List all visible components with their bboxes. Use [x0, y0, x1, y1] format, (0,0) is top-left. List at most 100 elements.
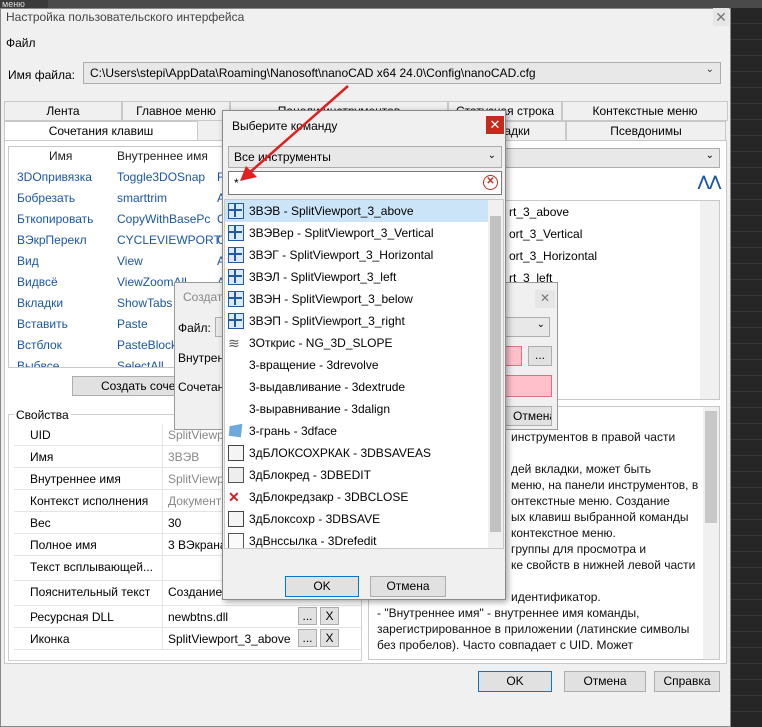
command-item[interactable]: 3дБлокред - 3DBEDIT: [225, 464, 489, 486]
property-name: Вес: [30, 516, 51, 530]
shortcut-internal: Paste: [117, 317, 148, 331]
viewport-icon: [228, 313, 244, 329]
command-item[interactable]: 3ВЭГ - SplitViewport_3_Horizontal: [225, 244, 489, 266]
shortcut-internal: PasteBlock: [117, 338, 178, 352]
command-item[interactable]: ≋ 3Открис - NG_3D_SLOPE: [225, 332, 489, 354]
command-item[interactable]: 3дБлоксохр - 3DBSAVE: [225, 508, 489, 530]
property-name: Имя: [30, 450, 54, 464]
property-row[interactable]: Ресурсная DLL newbtns.dll... X: [14, 606, 361, 628]
description-line: без пробелов). Часто совпадает с UID. Мо…: [377, 638, 634, 652]
shortcut-name: Выбвсе: [17, 359, 60, 368]
shortcut-row[interactable]: БткопироватьCopyWithBasePcC: [9, 209, 229, 230]
viewport-icon: [228, 203, 244, 219]
command-ok-button[interactable]: OK: [285, 576, 359, 597]
file-path-combo[interactable]: C:\Users\stepi\AppData\Roaming\Nanosoft\…: [83, 62, 721, 84]
toolbar-filter-combo[interactable]: ⌄: [494, 148, 720, 168]
command-label: 3дБЛОКСОХРКАК - 3DBSAVEAS: [249, 446, 431, 460]
clear-button[interactable]: X: [320, 629, 339, 647]
scroll-thumb[interactable]: [490, 216, 501, 532]
command-item[interactable]: 3ВЭВер - SplitViewport_3_Vertical: [225, 222, 489, 244]
close-icon[interactable]: ✕: [713, 8, 729, 26]
tab-row2-1[interactable]: Сочетания клавиш: [4, 121, 198, 141]
tab-2[interactable]: Главное меню: [122, 101, 230, 121]
slope-icon: ≋: [228, 335, 240, 351]
file-path-value: C:\Users\stepi\AppData\Roaming\Nanosoft\…: [90, 66, 536, 80]
property-separator: [162, 512, 163, 534]
command-item[interactable]: 3дВнссылка - 3Drefedit: [225, 530, 489, 548]
close-icon[interactable]: ✕: [486, 116, 504, 134]
tool-item[interactable]: ort_3_Vertical: [509, 227, 582, 241]
ok-button[interactable]: OK: [478, 671, 552, 692]
command-label: 3ВЭГ - SplitViewport_3_Horizontal: [249, 248, 434, 262]
column-header-name[interactable]: Имя: [49, 149, 72, 163]
help-button[interactable]: Справка: [654, 671, 720, 692]
close-x-icon: ✕: [228, 489, 240, 505]
browse-button[interactable]: ...: [298, 607, 317, 625]
tools-list-scrollbar[interactable]: [700, 201, 719, 399]
command-list[interactable]: 3ВЭВ - SplitViewport_3_above 3ВЭВер - Spl…: [224, 199, 504, 549]
command-label: 3дБлокредзакр - 3DBCLOSE: [249, 490, 409, 504]
shortcut-internal: CYCLEVIEWPORT: [117, 233, 221, 247]
tool-item[interactable]: ort_3_Horizontal: [509, 249, 597, 263]
property-separator: [162, 468, 163, 490]
menu-file[interactable]: Файл: [6, 36, 36, 50]
browse-button[interactable]: ...: [298, 629, 317, 647]
tab-row2-3[interactable]: Псевдонимы: [566, 121, 726, 141]
shortcut-internal: SelectAll: [117, 359, 164, 368]
shortcut-row[interactable]: ВЭкрПереклCYCLEVIEWPORTC: [9, 230, 229, 251]
property-separator: [162, 424, 163, 446]
command-label: 3ВЭЛ - SplitViewport_3_left: [249, 270, 397, 284]
property-row[interactable]: Иконка SplitViewport_3_above... X: [14, 628, 361, 650]
dialog-title: Настройка пользовательского интерфейса: [6, 10, 245, 24]
command-cancel-button[interactable]: Отмена: [370, 576, 446, 597]
property-value: newbtns.dll: [168, 610, 229, 624]
shortcut-name: Вставить: [17, 317, 68, 331]
command-item[interactable]: 3ВЭЛ - SplitViewport_3_left: [225, 266, 489, 288]
clear-search-icon[interactable]: ✕: [483, 175, 498, 190]
property-name: Полное имя: [30, 538, 97, 552]
block-save-icon: [228, 511, 244, 527]
create-file-label: Файл:: [178, 321, 211, 335]
cancel-button[interactable]: Отмена: [564, 671, 646, 692]
scroll-thumb[interactable]: [705, 411, 717, 523]
shortcut-name: ВЭкрПерекл: [17, 233, 87, 247]
property-name: Ресурсная DLL: [30, 610, 114, 624]
column-header-internal[interactable]: Внутреннее имя: [117, 149, 208, 163]
shortcut-name: 3DОпривязка: [17, 170, 92, 184]
command-item[interactable]: 3-выравнивание - 3dalign: [225, 398, 489, 420]
property-separator: [162, 490, 163, 512]
property-separator: [162, 581, 163, 606]
tab-1[interactable]: Лента: [4, 101, 122, 121]
command-label: 3дБлоксохр - 3DBSAVE: [249, 512, 381, 526]
tool-item[interactable]: rt_3_above: [509, 205, 569, 219]
tab-5[interactable]: Контекстные меню: [562, 101, 728, 121]
command-item[interactable]: 3ВЭП - SplitViewport_3_right: [225, 310, 489, 332]
command-item[interactable]: 3дБЛОКСОХРКАК - 3DBSAVEAS: [225, 442, 489, 464]
description-scrollbar[interactable]: [703, 407, 719, 659]
create-browse-button[interactable]: ...: [528, 346, 552, 366]
shortcut-internal: smarttrim: [117, 191, 167, 205]
command-item[interactable]: 3-вращение - 3drevolve: [225, 354, 489, 376]
property-name: Контекст исполнения: [30, 494, 149, 508]
shortcut-row[interactable]: Бобрезать smarttrim A: [9, 188, 229, 209]
property-name: Текст всплывающей...: [30, 560, 153, 574]
toolbar-options-icon[interactable]: ⋀⋀: [698, 173, 721, 190]
command-label: 3-вращение - 3drevolve: [249, 358, 379, 372]
property-name: UID: [30, 428, 51, 442]
command-label: 3дВнссылка - 3Drefedit: [249, 534, 377, 548]
shortcut-name: Бткопировать: [17, 212, 94, 226]
shortcut-row[interactable]: 3DОпривязкаToggle3DOSnapF6: [9, 167, 229, 188]
command-item[interactable]: ✕ 3дБлокредзакр - 3DBCLOSE: [225, 486, 489, 508]
close-icon[interactable]: ✕: [535, 290, 555, 308]
chevron-down-icon: ⌄: [487, 150, 496, 161]
viewport-icon: [228, 247, 244, 263]
shortcut-row[interactable]: Вид View A: [9, 251, 229, 272]
background-menu-tab[interactable]: меню: [0, 0, 48, 8]
command-item[interactable]: 3-грань - 3dface: [225, 420, 489, 442]
command-item[interactable]: 3ВЭН - SplitViewport_3_below: [225, 288, 489, 310]
face-icon: [228, 423, 243, 438]
command-item[interactable]: 3-выдавливание - 3dextrude: [225, 376, 489, 398]
clear-button[interactable]: X: [320, 607, 339, 625]
command-label: 3ВЭВ - SplitViewport_3_above: [249, 204, 414, 218]
command-item[interactable]: 3ВЭВ - SplitViewport_3_above: [225, 200, 489, 222]
